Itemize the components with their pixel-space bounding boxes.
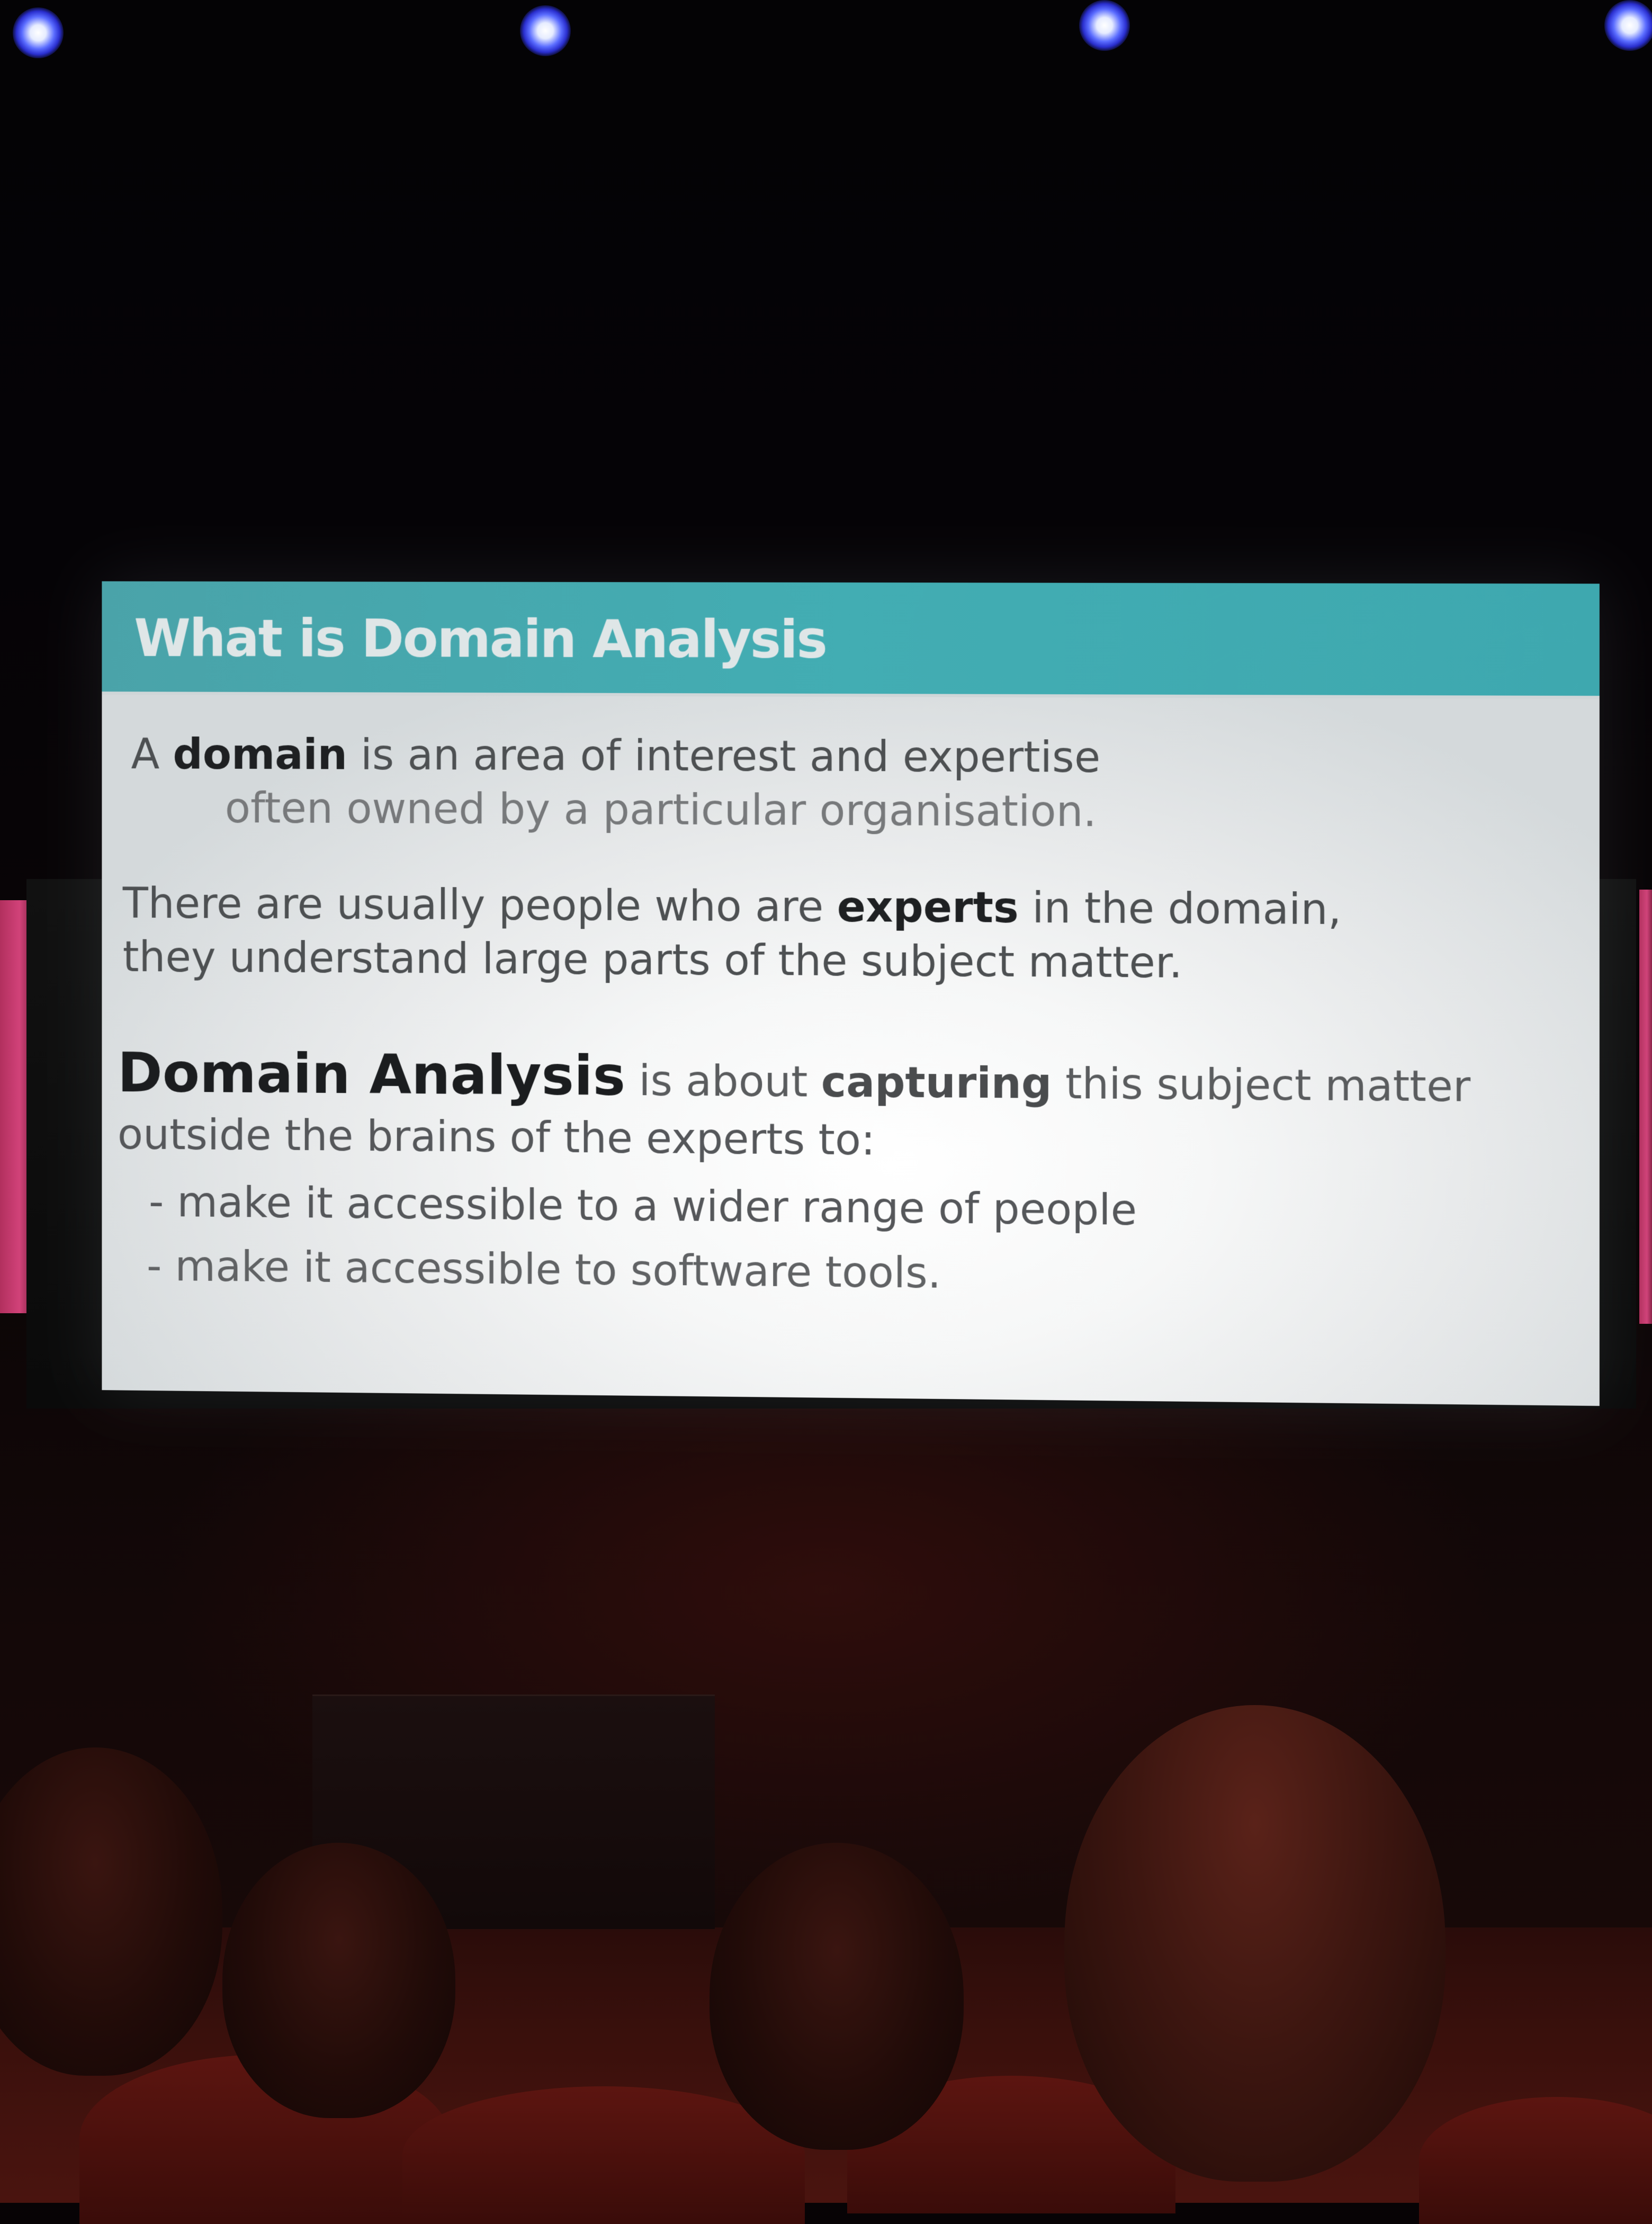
audience-head [1064, 1705, 1446, 2182]
slide-title: What is Domain Analysis [134, 608, 827, 670]
ceiling-light-icon [520, 5, 571, 56]
paragraph-1-line-2: often owned by a particular organisation… [225, 783, 1097, 837]
text-run: in the domain, [1018, 883, 1342, 935]
paragraph-3-line-1: Domain Analysis is about capturing this … [118, 1041, 1470, 1115]
ceiling-light-icon [1604, 0, 1652, 51]
text-run: this subject matter [1052, 1059, 1471, 1111]
bold-term-experts: experts [837, 882, 1019, 932]
bold-term-domain: domain [173, 729, 347, 779]
paragraph-1-line-1: A domain is an area of interest and expe… [131, 730, 1100, 782]
slide-header-bar: What is Domain Analysis [102, 581, 1600, 700]
bullet-item: - make it accessible to a wider range of… [148, 1177, 1137, 1235]
ceiling-light-icon [1079, 0, 1130, 51]
text-run: is an area of interest and expertise [347, 730, 1101, 782]
side-panel-right [1639, 890, 1652, 1324]
audience-head [222, 1843, 455, 2118]
text-run: There are usually people who are [122, 878, 837, 931]
bold-term-capturing: capturing [821, 1057, 1052, 1108]
paragraph-2-line-2: they understand large parts of the subje… [122, 932, 1183, 988]
projected-slide: What is Domain Analysis A domain is an a… [102, 581, 1600, 1406]
text-run: A [131, 729, 173, 779]
paragraph-3-line-2: outside the brains of the experts to: [117, 1109, 875, 1165]
paragraph-2-line-1: There are usually people who are experts… [123, 878, 1342, 934]
text-run: is about [625, 1056, 821, 1107]
bullet-item: - make it accessible to software tools. [146, 1241, 941, 1298]
ceiling-light-icon [13, 7, 64, 58]
bold-term-domain-analysis: Domain Analysis [117, 1040, 626, 1108]
audience-head [710, 1843, 964, 2150]
